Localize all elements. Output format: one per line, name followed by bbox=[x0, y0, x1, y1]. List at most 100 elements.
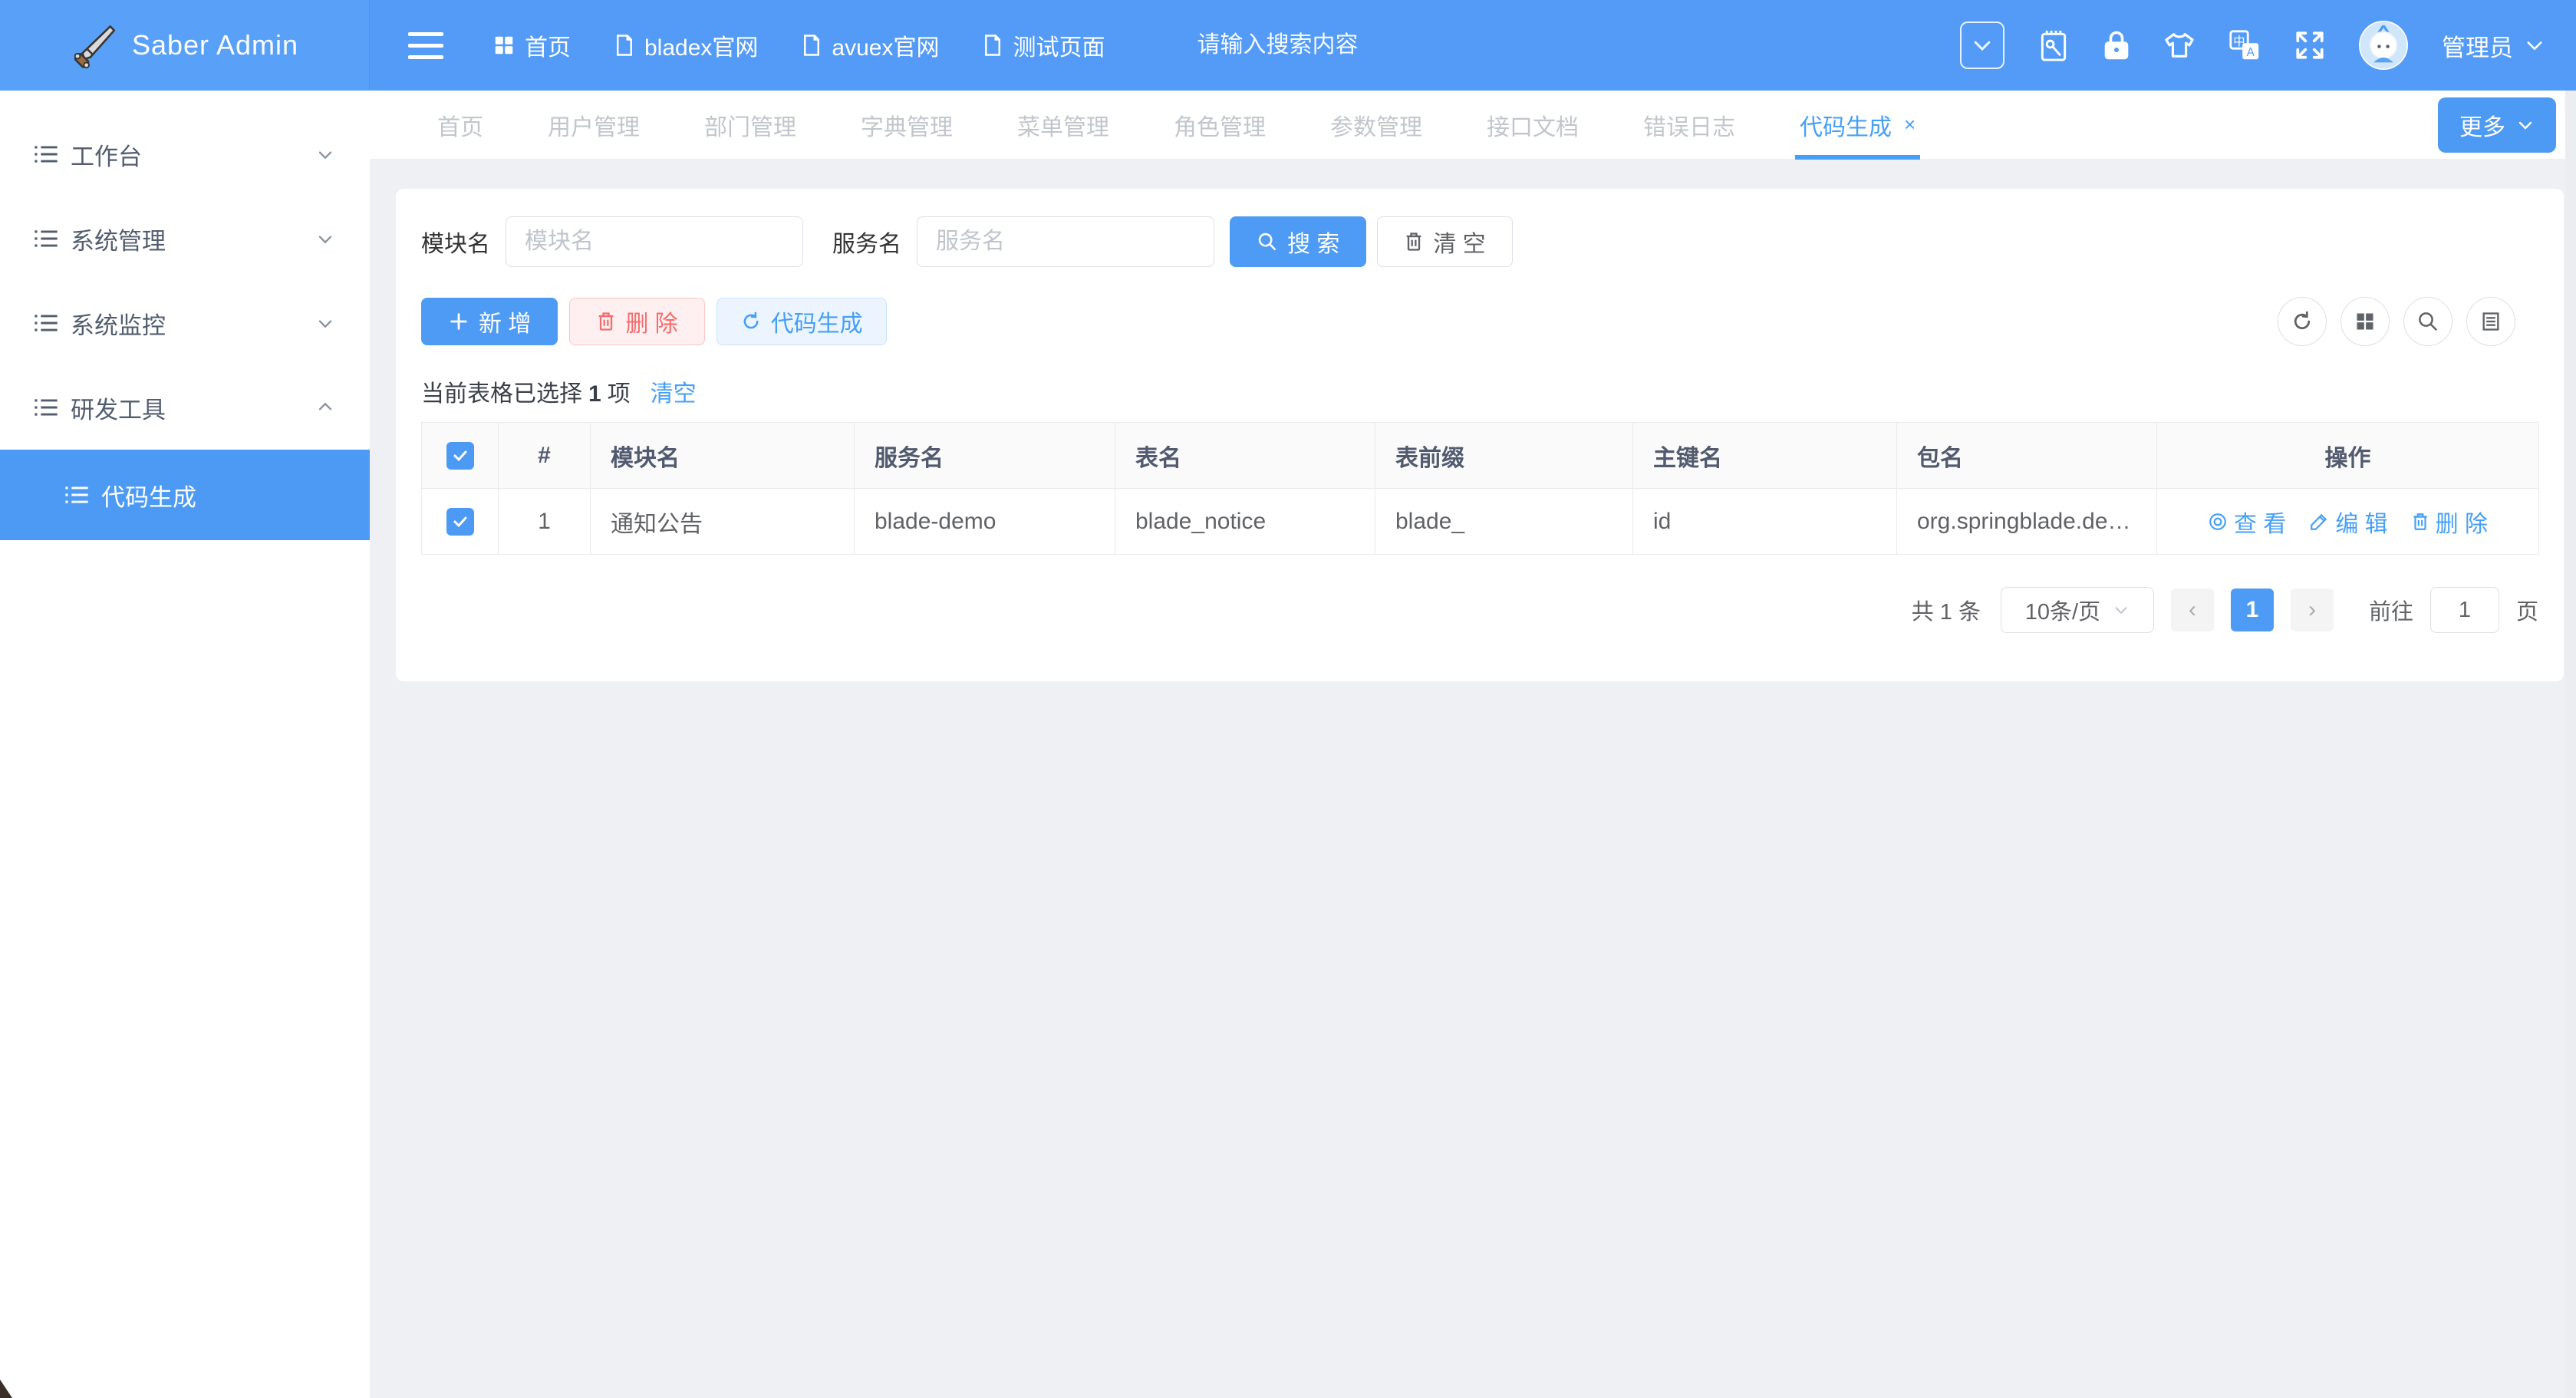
column-settings-button[interactable] bbox=[2340, 297, 2390, 346]
tab-close-icon[interactable]: × bbox=[1904, 113, 1916, 137]
module-name-input[interactable] bbox=[506, 216, 803, 267]
document-icon bbox=[801, 34, 822, 57]
column-header-actions: 操作 bbox=[2157, 423, 2539, 489]
top-nav-home[interactable]: 首页 bbox=[492, 28, 571, 62]
sidebar-item-dev-tools[interactable]: 研发工具 bbox=[0, 365, 370, 450]
chevron-down-icon bbox=[2516, 116, 2535, 134]
add-button[interactable]: 新 增 bbox=[421, 298, 558, 345]
top-nav-bladex[interactable]: bladex官网 bbox=[614, 28, 758, 62]
check-icon bbox=[451, 447, 469, 465]
top-nav-label: 测试页面 bbox=[1013, 28, 1105, 62]
svg-text:A: A bbox=[2247, 46, 2255, 59]
delete-button[interactable]: 删 除 bbox=[569, 298, 704, 345]
toolbar-row: 新 增 删 除 代码生成 bbox=[421, 298, 2538, 345]
filter-row: 模块名 服务名 搜 索 清 空 bbox=[421, 216, 2538, 267]
cell-prefix: blade_ bbox=[1375, 489, 1633, 555]
clear-button-label: 清 空 bbox=[1433, 225, 1485, 259]
eye-icon bbox=[2208, 512, 2228, 532]
top-nav-label: 首页 bbox=[525, 28, 571, 62]
collapse-menu-icon[interactable] bbox=[408, 32, 443, 59]
table-view-button[interactable] bbox=[2466, 297, 2515, 346]
column-header-prefix: 表前缀 bbox=[1375, 423, 1633, 489]
delete-button-label: 删 除 bbox=[625, 305, 677, 338]
lock-icon[interactable] bbox=[2103, 29, 2130, 61]
next-page-button[interactable]: › bbox=[2291, 589, 2334, 631]
content-card: 模块名 服务名 搜 索 清 空 bbox=[396, 189, 2564, 681]
user-menu[interactable]: 管理员 bbox=[2442, 28, 2545, 63]
sidebar-item-code-generation-active[interactable]: 代码生成 bbox=[0, 450, 370, 540]
tab-role-management[interactable]: 角色管理 bbox=[1141, 91, 1298, 160]
theme-shirt-icon[interactable] bbox=[2164, 31, 2195, 60]
translate-icon[interactable]: 中 A bbox=[2228, 29, 2261, 61]
delete-link[interactable]: 删 除 bbox=[2411, 505, 2488, 539]
selection-info-row: 当前表格已选择1项 清空 bbox=[421, 374, 2538, 408]
sidebar-item-system-monitor[interactable]: 系统监控 bbox=[0, 281, 370, 365]
trash-icon bbox=[1404, 231, 1424, 252]
list-view-icon bbox=[2480, 311, 2502, 332]
user-avatar[interactable] bbox=[2359, 21, 2408, 70]
search-icon bbox=[2416, 310, 2439, 333]
cell-module: 通知公告 bbox=[591, 489, 855, 555]
top-dropdown-button[interactable] bbox=[1960, 21, 2004, 69]
row-checkbox[interactable] bbox=[446, 508, 474, 536]
tab-api-docs[interactable]: 接口文档 bbox=[1454, 91, 1611, 160]
prev-page-button[interactable]: ‹ bbox=[2171, 589, 2214, 631]
goto-page-suffix: 页 bbox=[2516, 594, 2538, 626]
top-header: Saber Admin 首页 bbox=[0, 0, 2576, 91]
list-icon bbox=[34, 312, 58, 335]
table-row[interactable]: 1 通知公告 blade-demo blade_notice blade_ id… bbox=[422, 489, 2539, 555]
search-icon bbox=[1257, 231, 1278, 252]
vertical-scrollbar[interactable] bbox=[2565, 91, 2576, 1398]
tab-code-generation[interactable]: 代码生成 × bbox=[1767, 91, 1948, 160]
tab-menu-management[interactable]: 菜单管理 bbox=[985, 91, 1141, 160]
row-actions: 查 看 编 辑 bbox=[2157, 505, 2538, 539]
page-content: 模块名 服务名 搜 索 清 空 bbox=[370, 160, 2576, 1398]
tab-label: 代码生成 bbox=[1800, 108, 1892, 142]
service-name-input[interactable] bbox=[917, 216, 1214, 267]
debug-tool-icon[interactable] bbox=[2038, 28, 2069, 62]
document-icon bbox=[982, 34, 1003, 57]
module-name-label: 模块名 bbox=[421, 225, 490, 259]
cell-table-name: blade_notice bbox=[1115, 489, 1375, 555]
list-icon bbox=[34, 143, 58, 166]
cell-service: blade-demo bbox=[855, 489, 1115, 555]
tab-home[interactable]: 首页 bbox=[405, 91, 516, 160]
top-nav-test-page[interactable]: 测试页面 bbox=[982, 28, 1105, 62]
pagination: 共 1 条 10条/页 ‹ 1 › 前往 页 bbox=[421, 587, 2538, 633]
tab-department-management[interactable]: 部门管理 bbox=[672, 91, 828, 160]
code-generation-button[interactable]: 代码生成 bbox=[716, 298, 887, 345]
tab-error-log[interactable]: 错误日志 bbox=[1611, 91, 1767, 160]
column-header-index: # bbox=[499, 423, 591, 489]
page-number-1[interactable]: 1 bbox=[2231, 589, 2274, 631]
column-header-primary-key: 主键名 bbox=[1633, 423, 1897, 489]
fullscreen-icon[interactable] bbox=[2294, 30, 2325, 61]
selection-count: 1 bbox=[588, 381, 601, 407]
search-button[interactable]: 搜 索 bbox=[1230, 216, 1366, 267]
refresh-table-button[interactable] bbox=[2278, 297, 2327, 346]
edit-link[interactable]: 编 辑 bbox=[2309, 505, 2387, 539]
page-size-select[interactable]: 10条/页 bbox=[2001, 587, 2154, 633]
more-tabs-button[interactable]: 更多 bbox=[2438, 97, 2556, 153]
clear-selection-link[interactable]: 清空 bbox=[651, 374, 697, 408]
tab-label: 用户管理 bbox=[548, 108, 640, 142]
trash-icon bbox=[596, 311, 616, 332]
goto-page-input[interactable] bbox=[2430, 587, 2499, 633]
sword-logo-icon bbox=[71, 21, 118, 69]
corner-artifact bbox=[0, 1380, 12, 1398]
sidebar-item-system-management[interactable]: 系统管理 bbox=[0, 196, 370, 281]
top-nav-label: bladex官网 bbox=[644, 28, 758, 62]
sidebar-item-workbench[interactable]: 工作台 bbox=[0, 112, 370, 196]
view-link[interactable]: 查 看 bbox=[2208, 505, 2286, 539]
global-search-input[interactable] bbox=[1197, 32, 1596, 58]
service-name-label: 服务名 bbox=[832, 225, 901, 259]
tab-user-management[interactable]: 用户管理 bbox=[516, 91, 672, 160]
data-table: # 模块名 服务名 表名 表前缀 主键名 包名 操作 bbox=[421, 422, 2539, 555]
clear-button[interactable]: 清 空 bbox=[1377, 216, 1512, 267]
tab-label: 部门管理 bbox=[704, 108, 796, 142]
selection-suffix: 项 bbox=[608, 381, 631, 407]
tab-dictionary-management[interactable]: 字典管理 bbox=[828, 91, 985, 160]
tab-parameter-management[interactable]: 参数管理 bbox=[1298, 91, 1454, 160]
select-all-checkbox[interactable] bbox=[446, 442, 474, 470]
top-nav-avuex[interactable]: avuex官网 bbox=[801, 28, 939, 62]
toggle-search-button[interactable] bbox=[2403, 297, 2452, 346]
